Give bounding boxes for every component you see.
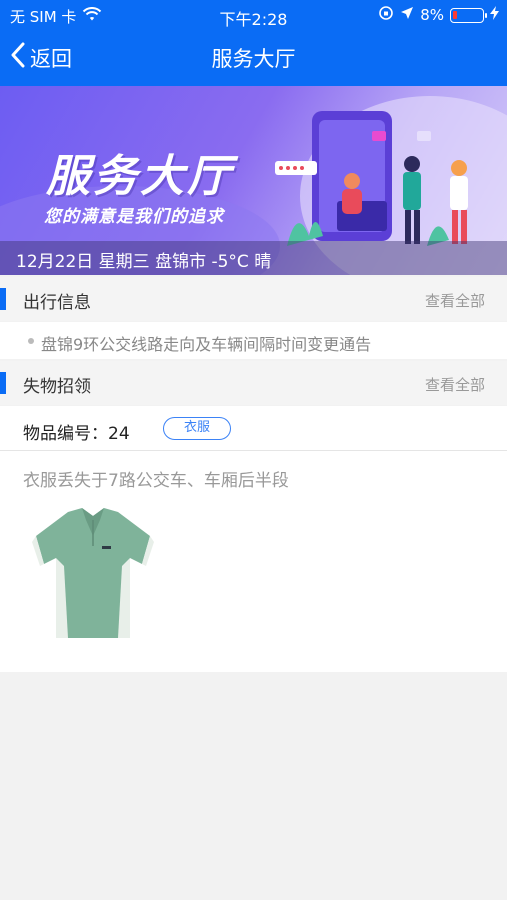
item-id-label: 物品编号：24 xyxy=(23,424,130,444)
section-accent-bar xyxy=(0,288,6,310)
battery-percent: 8% xyxy=(420,6,444,24)
travel-section-header: 出行信息 查看全部 xyxy=(0,277,507,321)
rotation-lock-icon xyxy=(378,5,394,25)
travel-section-title: 出行信息 xyxy=(23,293,91,313)
item-photo[interactable] xyxy=(30,506,156,642)
bullet-icon xyxy=(28,338,34,344)
category-tag: 衣服 xyxy=(163,417,231,440)
top-bar: 无 SIM 卡 下午2:28 8% 返回 服务大厅 xyxy=(0,0,507,86)
status-bar: 无 SIM 卡 下午2:28 8% xyxy=(0,0,507,30)
travel-view-all-link[interactable]: 查看全部 xyxy=(425,290,485,311)
lost-found-section-header: 失物招领 查看全部 xyxy=(0,361,507,405)
travel-notice-item[interactable]: 盘锦9环公交线路走向及车辆间隔时间变更通告 xyxy=(0,322,507,359)
banner-headline: 服务大厅 xyxy=(46,151,234,202)
lost-found-section-title: 失物招领 xyxy=(23,377,91,397)
section-accent-bar xyxy=(0,372,6,394)
weather-strip: 12月22日 星期三 盘锦市 -5°C 晴 xyxy=(0,241,507,275)
divider xyxy=(0,450,507,451)
lost-found-view-all-link[interactable]: 查看全部 xyxy=(425,374,485,395)
page-title: 服务大厅 xyxy=(211,47,296,71)
charging-bolt-icon xyxy=(490,6,499,24)
travel-notice-text: 盘锦9环公交线路走向及车辆间隔时间变更通告 xyxy=(41,335,372,354)
item-description: 衣服丢失于7路公交车、车厢后半段 xyxy=(23,471,289,491)
nav-bar: 返回 服务大厅 xyxy=(0,30,507,86)
lost-item-card[interactable]: 物品编号：24 衣服 衣服丢失于7路公交车、车厢后半段 xyxy=(0,406,507,672)
service-illustration xyxy=(275,111,468,246)
banner-slogan: 您的满意是我们的追求 xyxy=(44,207,224,227)
location-arrow-icon xyxy=(400,6,414,24)
battery-icon xyxy=(450,7,487,23)
banner: 服务大厅 您的满意是我们的追求 12月22日 星期三 盘锦市 -5°C 晴 xyxy=(0,86,507,275)
